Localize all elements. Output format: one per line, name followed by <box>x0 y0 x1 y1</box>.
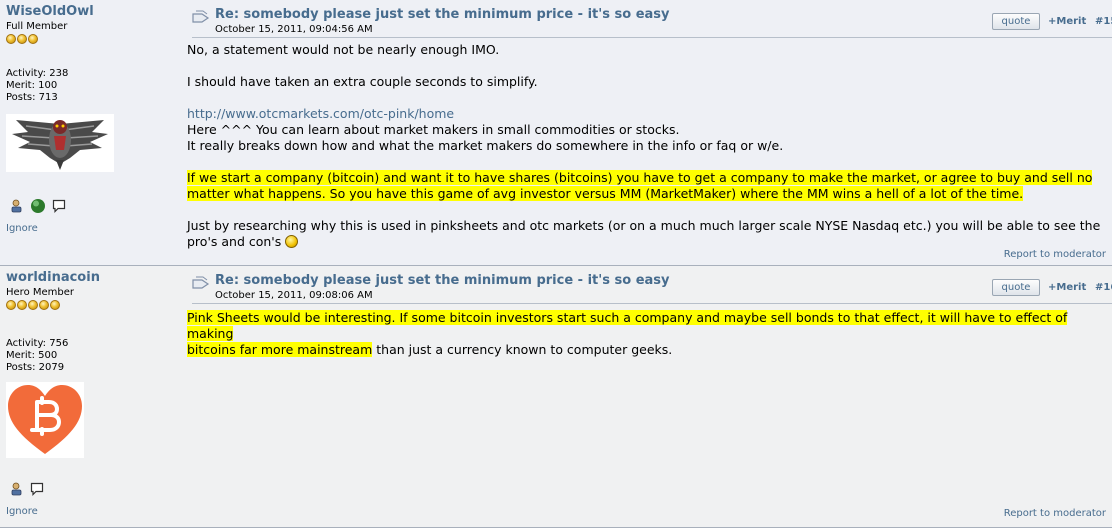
profile-icon[interactable] <box>10 199 24 217</box>
post-body: Pink Sheets would be interesting. If som… <box>187 310 1112 358</box>
merit-stat: Merit: 100 <box>6 80 58 91</box>
smiley-icon <box>285 235 299 248</box>
external-link[interactable]: http://www.otcmarkets.com/otc-pink/home <box>187 106 454 121</box>
post-text: than just a currency known to computer g… <box>372 342 673 357</box>
message-number-link[interactable]: #15 <box>1095 16 1112 27</box>
star-icon <box>17 300 27 310</box>
highlighted-text: bitcoins far more mainstream <box>187 342 373 357</box>
posts-stat: Posts: 713 <box>6 92 58 103</box>
poster-rank: Full Member <box>6 21 68 32</box>
star-icon <box>6 34 16 44</box>
highlighted-text: Pink Sheets would be interesting. If som… <box>187 310 1068 341</box>
poster-info: worldinacoin Hero Member Activity: 756 M… <box>6 270 176 517</box>
report-to-moderator-link[interactable]: Report to moderator <box>1004 508 1106 519</box>
star-icon <box>28 300 38 310</box>
poster-icons <box>10 198 66 218</box>
activity-stat: Activity: 756 <box>6 338 69 349</box>
profile-icon[interactable] <box>10 482 24 500</box>
poster-stats: Activity: 756 Merit: 500 Posts: 2079 <box>6 338 68 374</box>
post-date: October 15, 2011, 09:04:56 AM <box>215 24 373 35</box>
report-to-moderator-link[interactable]: Report to moderator <box>1004 249 1106 260</box>
pm-icon[interactable] <box>30 482 44 500</box>
post-subject-link[interactable]: Re: somebody please just set the minimum… <box>215 7 670 22</box>
pm-icon[interactable] <box>52 199 66 217</box>
ignore-link[interactable]: Ignore <box>6 506 38 517</box>
poster-info: WiseOldOwl Full Member Activity: 238 Mer… <box>6 4 176 234</box>
message-icon <box>192 276 210 292</box>
rank-stars <box>6 300 176 311</box>
bitcoin-heart-avatar <box>6 382 84 462</box>
poster-name-link[interactable]: worldinacoin <box>6 270 176 286</box>
highlighted-text: If we start a company (bitcoin) and want… <box>187 170 1093 201</box>
star-icon <box>17 34 27 44</box>
forum-post: WiseOldOwl Full Member Activity: 238 Mer… <box>0 0 1112 266</box>
poster-name-link[interactable]: WiseOldOwl <box>6 4 176 20</box>
post-text: Here ^^^ You can learn about market make… <box>187 122 680 137</box>
rank-stars <box>6 34 176 45</box>
post-text: Just by researching why this is used in … <box>187 218 1101 249</box>
star-icon <box>6 300 16 310</box>
post-text: It really breaks down how and what the m… <box>187 138 784 153</box>
post-subject-link[interactable]: Re: somebody please just set the minimum… <box>215 273 670 288</box>
merit-stat: Merit: 500 <box>6 350 58 361</box>
poster-icons <box>10 482 44 500</box>
post-header: Re: somebody please just set the minimum… <box>192 4 1112 38</box>
merit-button[interactable]: +Merit <box>1048 282 1086 293</box>
poster-stats: Activity: 238 Merit: 100 Posts: 713 <box>6 68 68 104</box>
star-icon <box>28 34 38 44</box>
message-number-link[interactable]: #16 <box>1095 282 1112 293</box>
quote-button[interactable]: quote <box>992 13 1040 30</box>
quote-button[interactable]: quote <box>992 279 1040 296</box>
star-icon <box>39 300 49 310</box>
post-body: No, a statement would not be nearly enou… <box>187 42 1112 250</box>
posts-stat: Posts: 2079 <box>6 362 65 373</box>
message-icon <box>192 10 210 26</box>
owl-avatar <box>6 114 114 176</box>
poster-rank: Hero Member <box>6 287 74 298</box>
post-text: I should have taken an extra couple seco… <box>187 74 538 89</box>
post-text: No, a statement would not be nearly enou… <box>187 42 500 57</box>
post-date: October 15, 2011, 09:08:06 AM <box>215 290 373 301</box>
forum-post: worldinacoin Hero Member Activity: 756 M… <box>0 266 1112 528</box>
star-icon <box>50 300 60 310</box>
post-header: Re: somebody please just set the minimum… <box>192 270 1112 304</box>
online-globe-icon <box>30 198 46 218</box>
activity-stat: Activity: 238 <box>6 68 69 79</box>
merit-button[interactable]: +Merit <box>1048 16 1086 27</box>
ignore-link[interactable]: Ignore <box>6 223 38 234</box>
